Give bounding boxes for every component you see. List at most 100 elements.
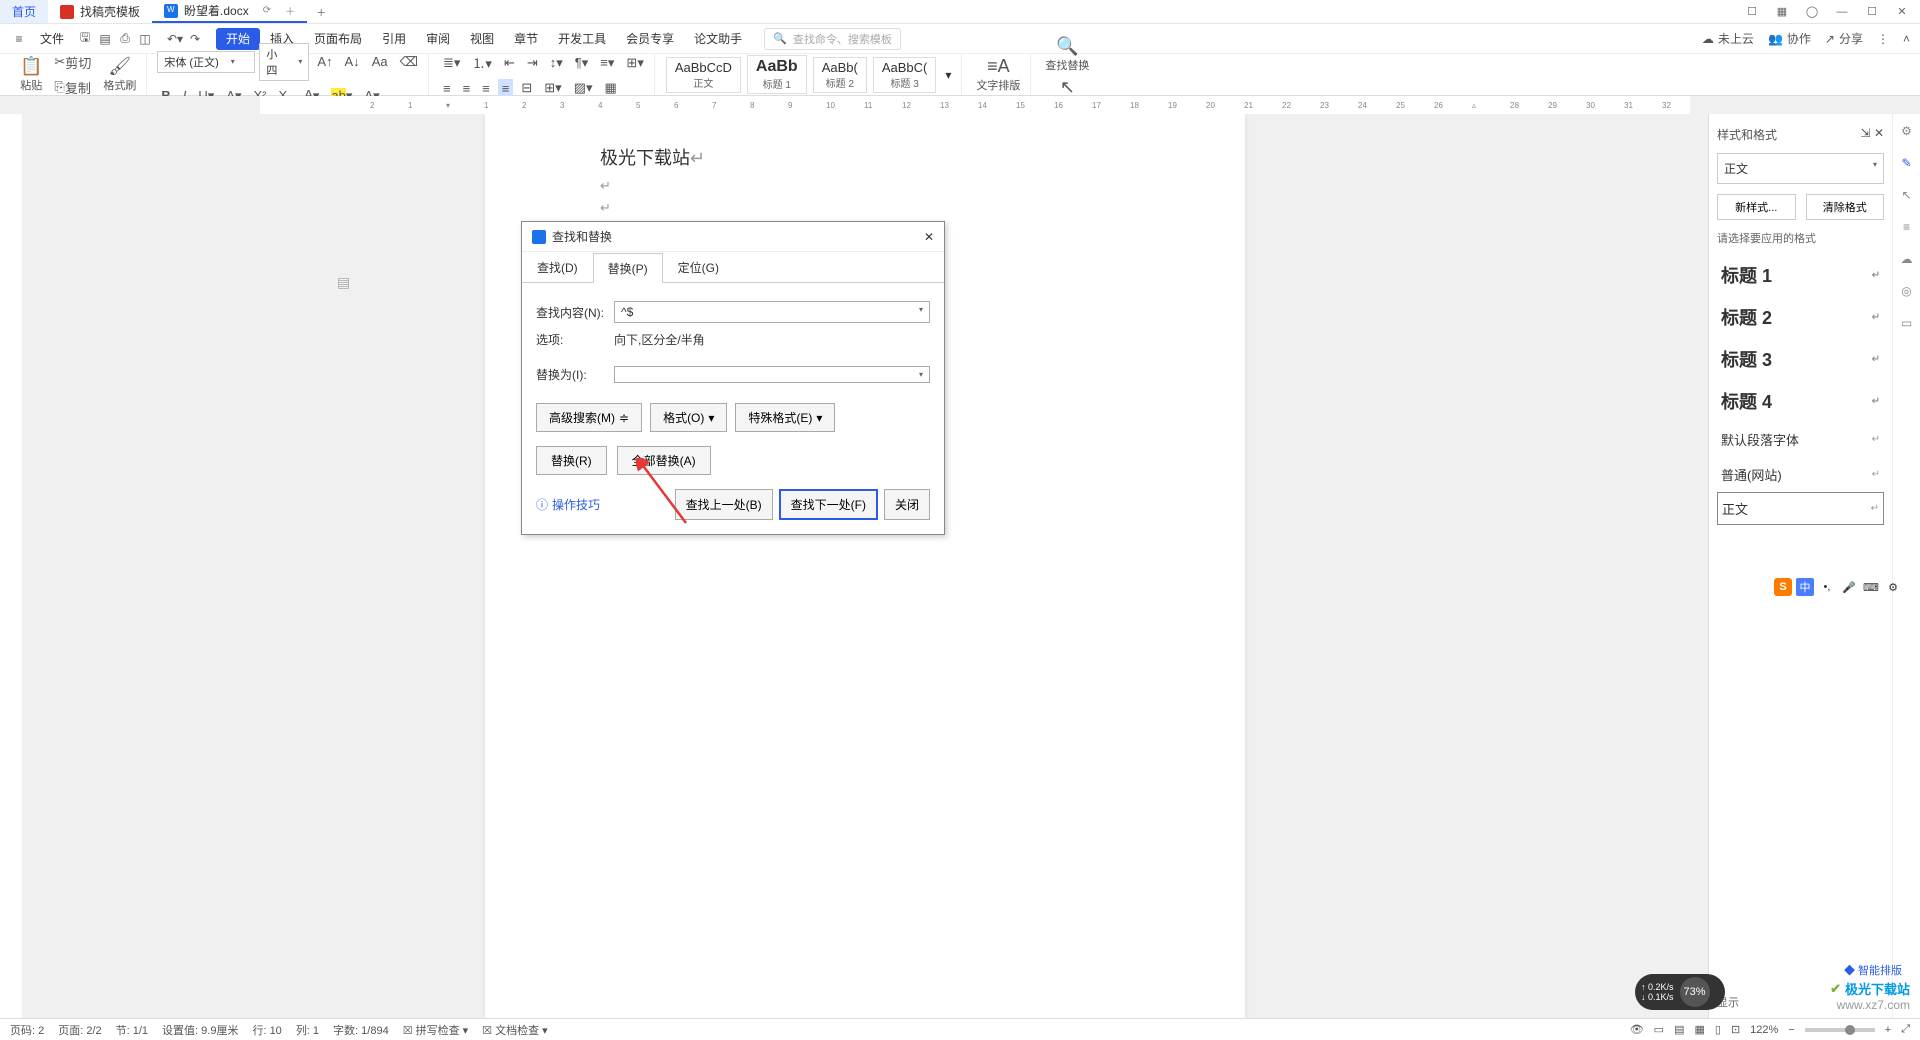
doc-check[interactable]: ☒ 文档检查 ▾ (482, 1022, 548, 1038)
find-next-button[interactable]: 查找下一处(F) (779, 489, 878, 520)
zoom-slider[interactable] (1805, 1028, 1875, 1032)
find-input[interactable]: ^$▾ (614, 301, 930, 323)
status-position[interactable]: 设置值: 9.9厘米 (162, 1022, 238, 1038)
style-item[interactable]: 标题 2↵ (1717, 296, 1884, 338)
new-style-button[interactable]: 新样式... (1717, 194, 1796, 220)
cloud-strip-icon[interactable]: ☁ (1901, 252, 1913, 266)
styles-strip-icon[interactable]: ✎ (1901, 156, 1911, 170)
special-format-button[interactable]: 特殊格式(E) ▾ (735, 403, 835, 432)
snap-grid-icon[interactable]: ⊞▾ (540, 78, 565, 98)
clear-format-button[interactable]: 清除格式 (1806, 194, 1885, 220)
ime-lang-icon[interactable]: 中 (1796, 578, 1814, 596)
panel-close-icon[interactable]: ✕ (1874, 126, 1884, 140)
format-button[interactable]: 格式(O) ▾ (650, 403, 727, 432)
zoom-in-icon[interactable]: + (1885, 1024, 1891, 1036)
cloud-status[interactable]: ☁ 未上云 (1702, 30, 1754, 47)
shrink-font-icon[interactable]: A↓ (341, 52, 364, 71)
grow-font-icon[interactable]: A↑ (313, 52, 336, 71)
status-words[interactable]: 字数: 1/894 (333, 1022, 389, 1038)
text-layout-button[interactable]: ≡A文字排版 (972, 54, 1024, 95)
style-item[interactable]: 默认段落字体↵ (1717, 422, 1884, 457)
tab-close-icon[interactable]: ＋ (285, 3, 295, 18)
status-pages[interactable]: 页面: 2/2 (58, 1022, 101, 1038)
menu-7[interactable]: 开发工具 (548, 28, 616, 50)
sogou-icon[interactable]: S (1774, 578, 1792, 596)
status-section[interactable]: 节: 1/1 (116, 1022, 148, 1038)
menu-5[interactable]: 视图 (460, 28, 504, 50)
borders-icon[interactable]: ⊞▾ (622, 53, 647, 73)
command-search[interactable]: 🔍 查找命令、搜索模板 (764, 28, 901, 50)
print-preview-icon[interactable]: ▤ (96, 30, 114, 48)
style-item[interactable]: 标题 3↵ (1717, 338, 1884, 380)
minimize-icon[interactable]: — (1828, 2, 1856, 22)
menu-6[interactable]: 章节 (504, 28, 548, 50)
tab-document[interactable]: 盼望着.docx ⟳ ＋ (152, 0, 307, 23)
more-icon[interactable]: ⋮ (1877, 32, 1889, 46)
dialog-tab-0[interactable]: 查找(D) (522, 252, 593, 282)
tab-templates[interactable]: 找稿壳模板 (48, 0, 152, 23)
tab-home[interactable]: 首页 (0, 0, 48, 23)
cut-button[interactable]: ✂ 剪切 (50, 51, 95, 74)
paste-button[interactable]: 📋粘贴 (16, 54, 46, 95)
horizontal-ruler[interactable]: 21▾1234567891011121314151617181920212223… (260, 96, 1690, 114)
format-painter-button[interactable]: 🖌格式刷 (99, 54, 140, 95)
view-mode4-icon[interactable]: ▯ (1715, 1023, 1721, 1036)
style-item[interactable]: 标题 1↵ (1717, 254, 1884, 296)
shading-icon[interactable]: ▨▾ (570, 78, 597, 98)
style-gallery[interactable]: AaBbCcD正文AaBb标题 1AaBb(标题 2AaBbC(标题 3▾ (665, 55, 956, 94)
save-icon[interactable]: 🖫 (76, 30, 94, 48)
zoom-out-icon[interactable]: − (1788, 1024, 1794, 1036)
close-icon[interactable]: ✕ (1888, 2, 1916, 22)
table-icon[interactable]: ▦ (601, 78, 621, 98)
fit-icon[interactable]: ⊡ (1731, 1023, 1740, 1036)
bullets-icon[interactable]: ≣▾ (439, 53, 464, 73)
replace-all-button[interactable]: 全部替换(A) (617, 446, 711, 475)
outdent-icon[interactable]: ⇤ (500, 53, 519, 73)
menu-file[interactable]: 文件 (30, 26, 74, 51)
eye-icon[interactable]: 👁 (1630, 1023, 1644, 1036)
style-item[interactable]: 普通(网站)↵ (1717, 457, 1884, 492)
style-标题 1[interactable]: AaBb标题 1 (747, 55, 807, 94)
align-center-icon[interactable]: ≡ (459, 79, 475, 98)
location-strip-icon[interactable]: ◎ (1901, 284, 1911, 298)
nav-strip-icon[interactable]: ≡ (1903, 220, 1910, 234)
menu-9[interactable]: 论文助手 (684, 28, 752, 50)
avatar-icon[interactable]: ◯ (1798, 2, 1826, 22)
ime-settings-icon[interactable]: ⚙ (1884, 578, 1902, 596)
change-case-icon[interactable]: Aa (368, 52, 392, 71)
spell-check[interactable]: ☒ 拼写检查 ▾ (403, 1022, 469, 1038)
tips-link[interactable]: ⓘ 操作技巧 (536, 496, 600, 513)
style-item[interactable]: 标题 4↵ (1717, 380, 1884, 422)
sort-icon[interactable]: ↕▾ (546, 53, 567, 73)
style-标题 3[interactable]: AaBbC(标题 3 (873, 57, 937, 93)
view-mode3-icon[interactable]: ▦ (1694, 1023, 1704, 1036)
font-size-dropdown[interactable]: 小四▾ (259, 43, 309, 81)
align-left-icon[interactable]: ≡ (439, 79, 455, 98)
distribute-icon[interactable]: ⊟ (517, 78, 536, 98)
numbering-icon[interactable]: ⒈▾ (468, 51, 496, 74)
app-grid-icon[interactable]: ▦ (1768, 2, 1796, 22)
toolbox-icon[interactable]: ⚙ (1901, 124, 1912, 138)
status-line[interactable]: 行: 10 (252, 1022, 281, 1038)
print-icon[interactable]: ⎙ (116, 30, 134, 48)
menu-8[interactable]: 会员专享 (616, 28, 684, 50)
ime-punct-icon[interactable]: •, (1818, 578, 1836, 596)
vertical-ruler[interactable] (0, 114, 22, 1018)
tab-add-button[interactable]: + (307, 4, 335, 20)
window-layout-icon[interactable]: ☐ (1738, 2, 1766, 22)
style-正文[interactable]: AaBbCcD正文 (666, 57, 741, 93)
ime-toolbar[interactable]: S 中 •, 🎤 ⌨ ⚙ (1774, 578, 1902, 596)
menu-4[interactable]: 审阅 (416, 28, 460, 50)
dialog-tab-1[interactable]: 替换(P) (593, 253, 663, 283)
document-heading[interactable]: 极光下载站↵ (600, 144, 1130, 170)
indent-icon[interactable]: ⇥ (523, 53, 542, 73)
status-column[interactable]: 列: 1 (296, 1022, 319, 1038)
pin-icon[interactable]: ⇲ (1861, 126, 1871, 140)
preview-icon[interactable]: ◫ (136, 30, 154, 48)
coop-button[interactable]: 👥 协作 (1768, 30, 1811, 47)
book-strip-icon[interactable]: ▭ (1901, 316, 1912, 330)
ime-mic-icon[interactable]: 🎤 (1840, 578, 1858, 596)
chevron-up-icon[interactable]: ˄ (1903, 32, 1910, 46)
hamburger-icon[interactable]: ≡ (10, 30, 28, 48)
current-style-dropdown[interactable]: 正文▾ (1717, 153, 1884, 184)
